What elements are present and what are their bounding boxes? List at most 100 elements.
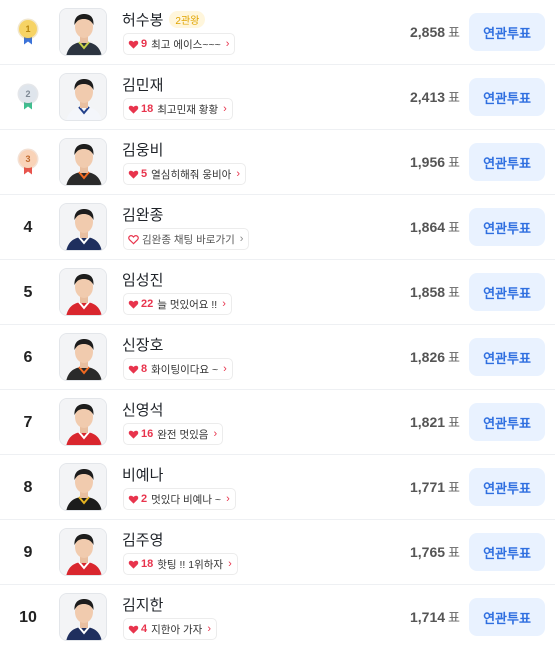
- player-name[interactable]: 신장호: [122, 334, 163, 355]
- comment-chip[interactable]: 18 최고민재 황황 ›: [123, 98, 233, 120]
- chevron-right-icon: ›: [222, 298, 226, 310]
- vote-number: 1,864: [409, 219, 446, 235]
- vote-unit: 표: [448, 220, 460, 235]
- player-name[interactable]: 김웅비: [122, 139, 163, 160]
- player-name[interactable]: 김지한: [122, 594, 163, 615]
- name-line: 김민재: [122, 74, 163, 95]
- player-name[interactable]: 임성진: [122, 269, 163, 290]
- comment-chip[interactable]: 9 최고 에이스~~~ ›: [123, 33, 236, 55]
- related-vote-button[interactable]: 연관투표: [469, 13, 545, 51]
- comment-like-count: 16: [141, 428, 154, 440]
- player-avatar[interactable]: [59, 333, 107, 381]
- chevron-right-icon: ›: [223, 103, 227, 115]
- comment-text: 완전 멋있음: [157, 428, 209, 441]
- player-photo-icon: [60, 464, 106, 510]
- title-badge: 2관왕: [169, 11, 206, 28]
- vote-number: 1,771: [409, 479, 446, 495]
- comment-chip[interactable]: 2 멋있다 비예나 ~ ›: [123, 488, 236, 510]
- related-vote-button[interactable]: 연관투표: [469, 208, 545, 246]
- related-vote-button[interactable]: 연관투표: [469, 403, 545, 441]
- rank-cell: 5: [23, 283, 33, 301]
- rank-medal-icon: 2: [19, 84, 37, 111]
- comment-text: 화이팅이다요 ~: [151, 363, 219, 376]
- player-avatar[interactable]: [59, 73, 107, 121]
- related-vote-button[interactable]: 연관투표: [469, 273, 545, 311]
- vote-count: 2,858 표: [350, 22, 460, 41]
- player-avatar[interactable]: [59, 593, 107, 641]
- related-vote-button[interactable]: 연관투표: [469, 468, 545, 506]
- name-line: 김주영: [122, 529, 163, 550]
- chat-link-chip[interactable]: 김완종 채팅 바로가기 ›: [123, 228, 250, 250]
- player-photo-icon: [60, 9, 106, 55]
- player-name[interactable]: 허수봉: [122, 9, 163, 30]
- player-avatar[interactable]: [59, 203, 107, 251]
- player-row: 4 김완종 김완종 채팅 바로가기 › 1,864 표 연관투표: [0, 195, 555, 260]
- related-vote-button[interactable]: 연관투표: [469, 78, 545, 116]
- player-row: 3 김웅비 5 열심히해줘 웅비아 › 1,956 표 연관투표: [0, 130, 555, 195]
- comment-like-count: 9: [141, 38, 148, 50]
- vote-number: 1,956: [409, 154, 446, 170]
- vote-count: 1,771 표: [350, 477, 460, 496]
- player-avatar[interactable]: [59, 398, 107, 446]
- vote-count: 1,956 표: [350, 152, 460, 171]
- player-name[interactable]: 신영석: [122, 399, 163, 420]
- player-photo-icon: [60, 529, 106, 575]
- comment-text: 최고민재 황황: [157, 103, 219, 116]
- heart-icon: [128, 365, 139, 374]
- vote-number: 1,714: [409, 609, 446, 625]
- player-avatar[interactable]: [59, 463, 107, 511]
- vote-number: 1,826: [409, 349, 446, 365]
- player-name[interactable]: 김완종: [122, 204, 163, 225]
- rank-cell: 7: [23, 413, 33, 431]
- chevron-right-icon: ›: [213, 428, 218, 440]
- name-line: 김웅비: [122, 139, 163, 160]
- player-avatar[interactable]: [59, 268, 107, 316]
- comment-chip[interactable]: 4 지한아 가자 ›: [123, 618, 218, 640]
- rank-cell: 9: [23, 543, 33, 561]
- ranking-list: 1 허수봉 2관왕 9 최고 에이스~~~ › 2,858 표 연관투표 2 김민재: [0, 0, 555, 650]
- rank-cell: 10: [19, 608, 37, 626]
- vote-unit: 표: [448, 155, 460, 170]
- name-line: 신장호: [122, 334, 163, 355]
- comment-chip[interactable]: 8 화이팅이다요 ~ ›: [123, 358, 233, 380]
- vote-count: 1,765 표: [350, 542, 460, 561]
- related-vote-button[interactable]: 연관투표: [469, 338, 545, 376]
- comment-text: 멋있다 비예나 ~: [151, 493, 222, 506]
- related-vote-button[interactable]: 연관투표: [469, 143, 545, 181]
- chevron-right-icon: ›: [225, 38, 230, 50]
- player-photo-icon: [60, 204, 106, 250]
- player-avatar[interactable]: [59, 528, 107, 576]
- related-vote-button[interactable]: 연관투표: [469, 533, 545, 571]
- rank-medal-icon: 3: [19, 149, 37, 176]
- comment-chip[interactable]: 5 열심히해줘 웅비아 ›: [123, 163, 246, 185]
- player-avatar[interactable]: [59, 8, 107, 56]
- vote-unit: 표: [448, 350, 460, 365]
- player-name[interactable]: 비예나: [122, 464, 163, 485]
- player-row: 10 김지한 4 지한아 가자 › 1,714 표 연관투표: [0, 585, 555, 650]
- player-photo-icon: [60, 594, 106, 640]
- player-row: 6 신장호 8 화이팅이다요 ~ › 1,826 표 연관투표: [0, 325, 555, 390]
- comment-chip[interactable]: 22 늘 멋있어요 !! ›: [123, 293, 232, 315]
- chevron-right-icon: ›: [226, 493, 230, 505]
- related-vote-button[interactable]: 연관투표: [469, 598, 545, 636]
- comment-like-count: 18: [141, 558, 154, 570]
- chevron-right-icon: ›: [228, 558, 232, 570]
- vote-number: 1,821: [409, 414, 446, 430]
- vote-unit: 표: [448, 90, 460, 105]
- player-row: 2 김민재 18 최고민재 황황 › 2,413 표 연관투표: [0, 65, 555, 130]
- rank-cell: 8: [23, 478, 33, 496]
- chevron-right-icon: ›: [207, 623, 212, 635]
- player-name[interactable]: 김주영: [122, 529, 163, 550]
- player-avatar[interactable]: [59, 138, 107, 186]
- player-photo-icon: [60, 74, 106, 120]
- heart-icon: [128, 560, 139, 569]
- vote-count: 1,821 표: [350, 412, 460, 431]
- player-row: 5 임성진 22 늘 멋있어요 !! › 1,858 표 연관투표: [0, 260, 555, 325]
- name-line: 비예나: [122, 464, 163, 485]
- medal-rank-number: 1: [19, 19, 37, 38]
- medal-rank-number: 3: [19, 149, 37, 168]
- player-name[interactable]: 김민재: [122, 74, 163, 95]
- comment-like-count: 8: [141, 363, 148, 375]
- comment-chip[interactable]: 18 핫팅 !! 1위하자 ›: [123, 553, 238, 575]
- comment-chip[interactable]: 16 완전 멋있음 ›: [123, 423, 224, 445]
